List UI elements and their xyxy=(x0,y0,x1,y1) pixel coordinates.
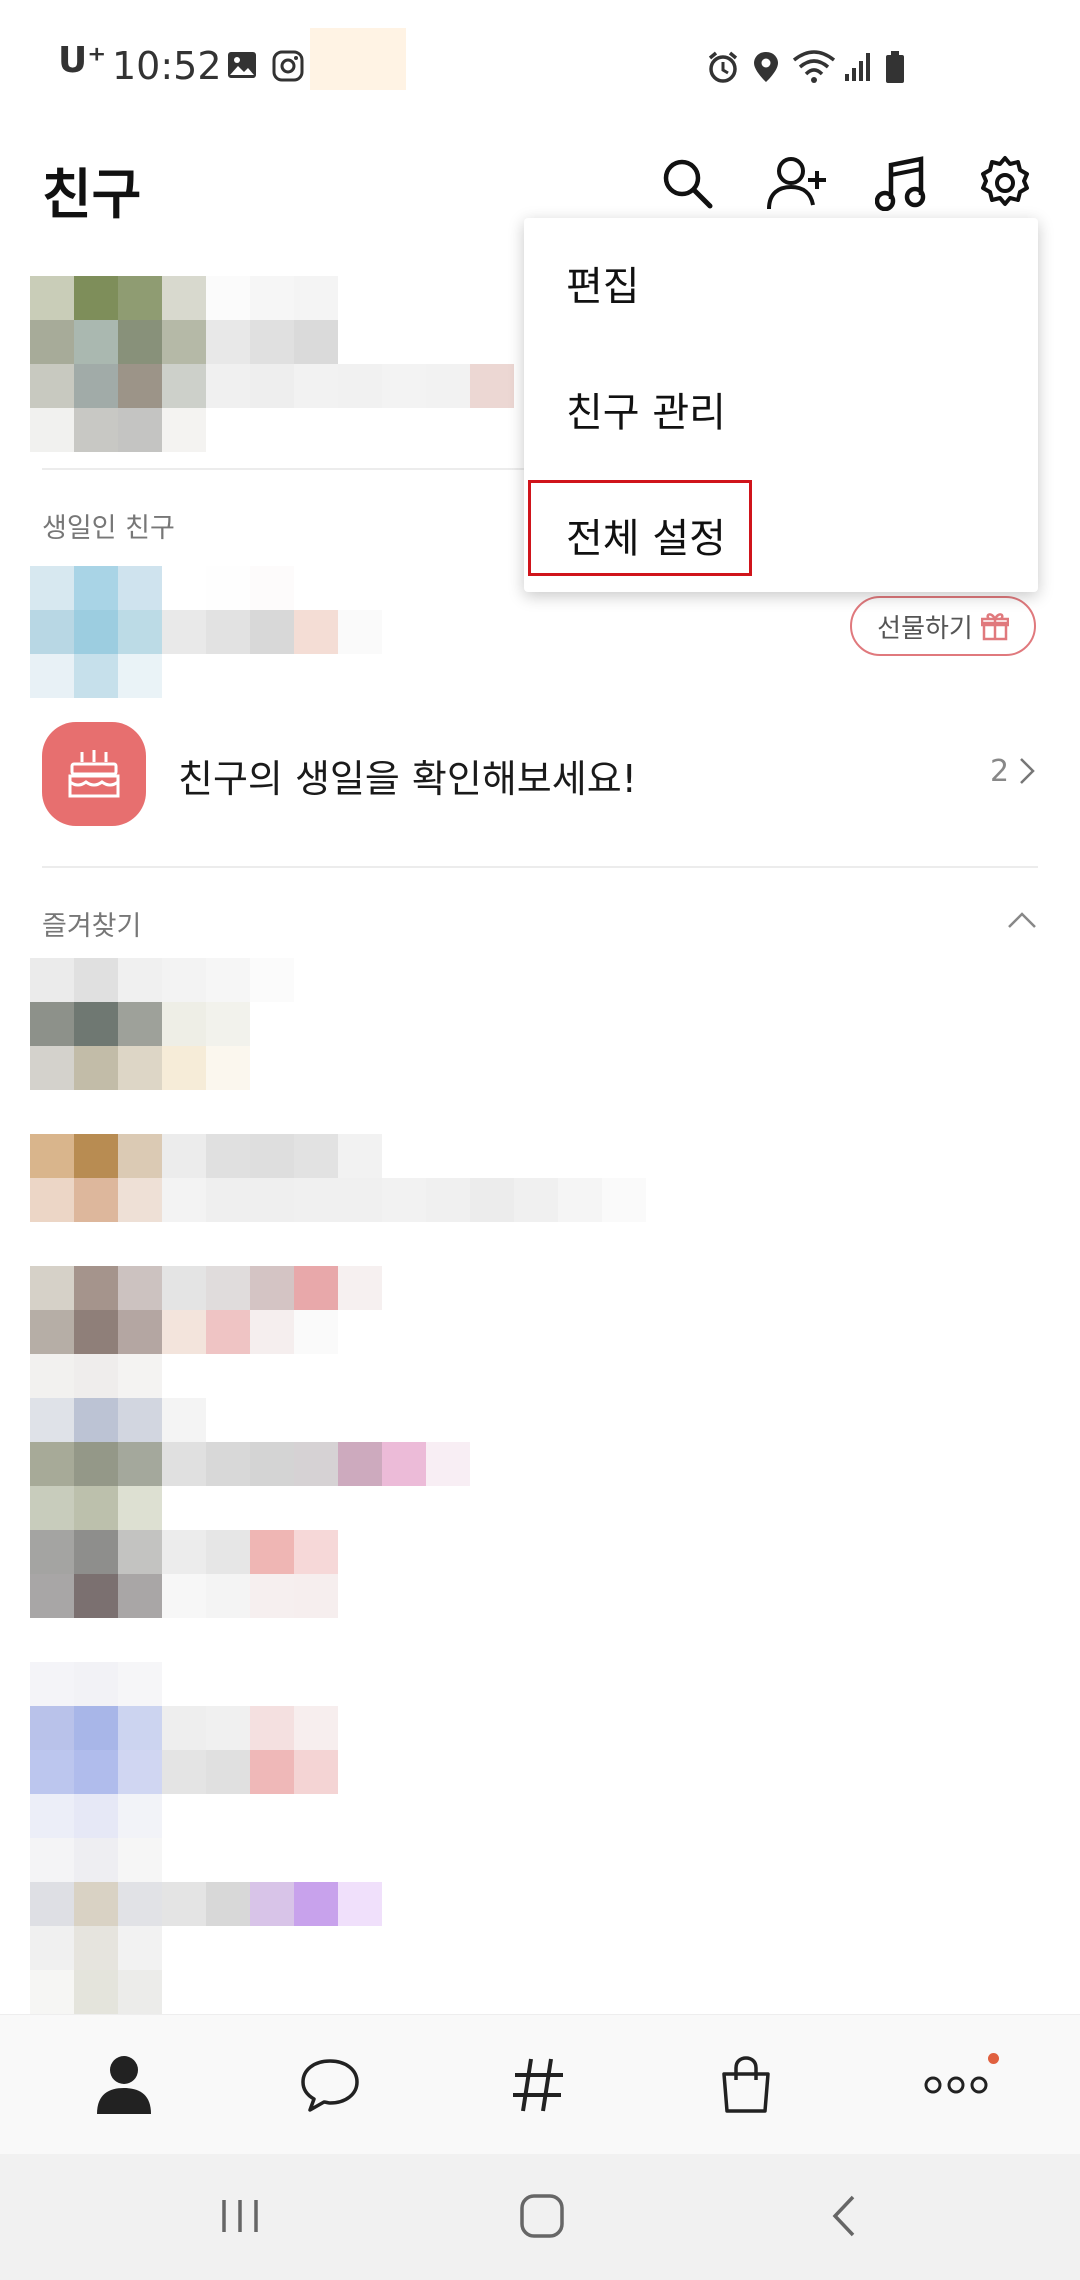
add-friend-button[interactable] xyxy=(762,148,832,218)
chat-icon xyxy=(301,2059,359,2112)
chevron-up-icon[interactable] xyxy=(1006,910,1038,934)
masked-notification-icon xyxy=(310,28,406,90)
overflow-menu: 편집 친구 관리 전체 설정 xyxy=(524,218,1038,592)
back-button[interactable] xyxy=(794,2176,894,2256)
favorite-friend-mosaic[interactable] xyxy=(30,958,294,1090)
divider xyxy=(42,866,1038,868)
nav-more[interactable] xyxy=(906,2035,1006,2135)
music-button[interactable] xyxy=(866,148,936,218)
birthday-banner-text[interactable]: 친구의 생일을 확인해보세요! xyxy=(178,748,637,803)
friends-icon xyxy=(97,2056,151,2114)
birthday-friend-mosaic[interactable] xyxy=(30,566,382,698)
status-bar: U⁺ 10:52 xyxy=(0,0,1080,130)
chevron-right-icon[interactable] xyxy=(1018,756,1036,790)
status-time: 10:52 xyxy=(112,44,222,88)
music-icon xyxy=(875,156,926,211)
instagram-icon xyxy=(272,50,304,86)
nav-shopping[interactable] xyxy=(696,2035,796,2135)
signal-icon xyxy=(844,50,874,86)
hashtag-icon xyxy=(513,2058,563,2112)
location-icon xyxy=(752,50,780,88)
birthday-count: 2 xyxy=(990,754,1010,789)
favorite-friend-mosaic[interactable] xyxy=(30,1134,690,1222)
my-profile-mosaic[interactable] xyxy=(30,276,514,452)
gallery-icon xyxy=(226,50,258,84)
recent-apps-button[interactable] xyxy=(190,2176,290,2256)
search-icon xyxy=(663,159,713,209)
search-button[interactable] xyxy=(652,148,722,218)
menu-item-all-settings[interactable]: 전체 설정 xyxy=(566,506,726,564)
home-icon xyxy=(520,2194,564,2238)
gift-icon xyxy=(980,613,1009,641)
favorite-friend-mosaic[interactable] xyxy=(30,1838,382,2014)
alarm-icon xyxy=(706,50,740,88)
birthday-section-label: 생일인 친구 xyxy=(42,513,175,544)
favorite-friend-mosaic[interactable] xyxy=(30,1398,470,1530)
page-title: 친구 xyxy=(42,163,142,226)
nav-friends[interactable] xyxy=(74,2035,174,2135)
gift-button[interactable]: 선물하기 xyxy=(850,596,1036,656)
bottom-nav xyxy=(0,2014,1080,2155)
favorite-friend-mosaic[interactable] xyxy=(30,1266,382,1398)
nav-view[interactable] xyxy=(488,2035,588,2135)
recent-apps-icon xyxy=(222,2200,258,2232)
add-friend-icon xyxy=(767,157,826,210)
back-icon xyxy=(832,2195,855,2237)
battery-icon xyxy=(884,50,906,88)
birthday-cake-button[interactable] xyxy=(42,722,146,826)
wifi-icon xyxy=(792,50,836,88)
favorites-section-label: 즐겨찾기 xyxy=(42,911,142,942)
menu-item-manage-friends[interactable]: 친구 관리 xyxy=(566,380,726,438)
settings-icon xyxy=(981,156,1029,206)
menu-item-edit[interactable]: 편집 xyxy=(566,254,640,312)
notification-dot xyxy=(988,2053,999,2064)
cake-icon xyxy=(68,750,120,798)
favorite-friend-mosaic[interactable] xyxy=(30,1530,382,1618)
gift-button-label: 선물하기 xyxy=(877,613,973,644)
system-nav-bar xyxy=(0,2154,1080,2280)
settings-button[interactable] xyxy=(970,148,1040,218)
carrier-label: U⁺ xyxy=(58,40,107,81)
home-button[interactable] xyxy=(492,2176,592,2256)
more-icon xyxy=(924,2076,988,2094)
favorite-friend-mosaic[interactable] xyxy=(30,1662,382,1838)
shopping-icon xyxy=(722,2056,770,2113)
nav-chats[interactable] xyxy=(280,2035,380,2135)
